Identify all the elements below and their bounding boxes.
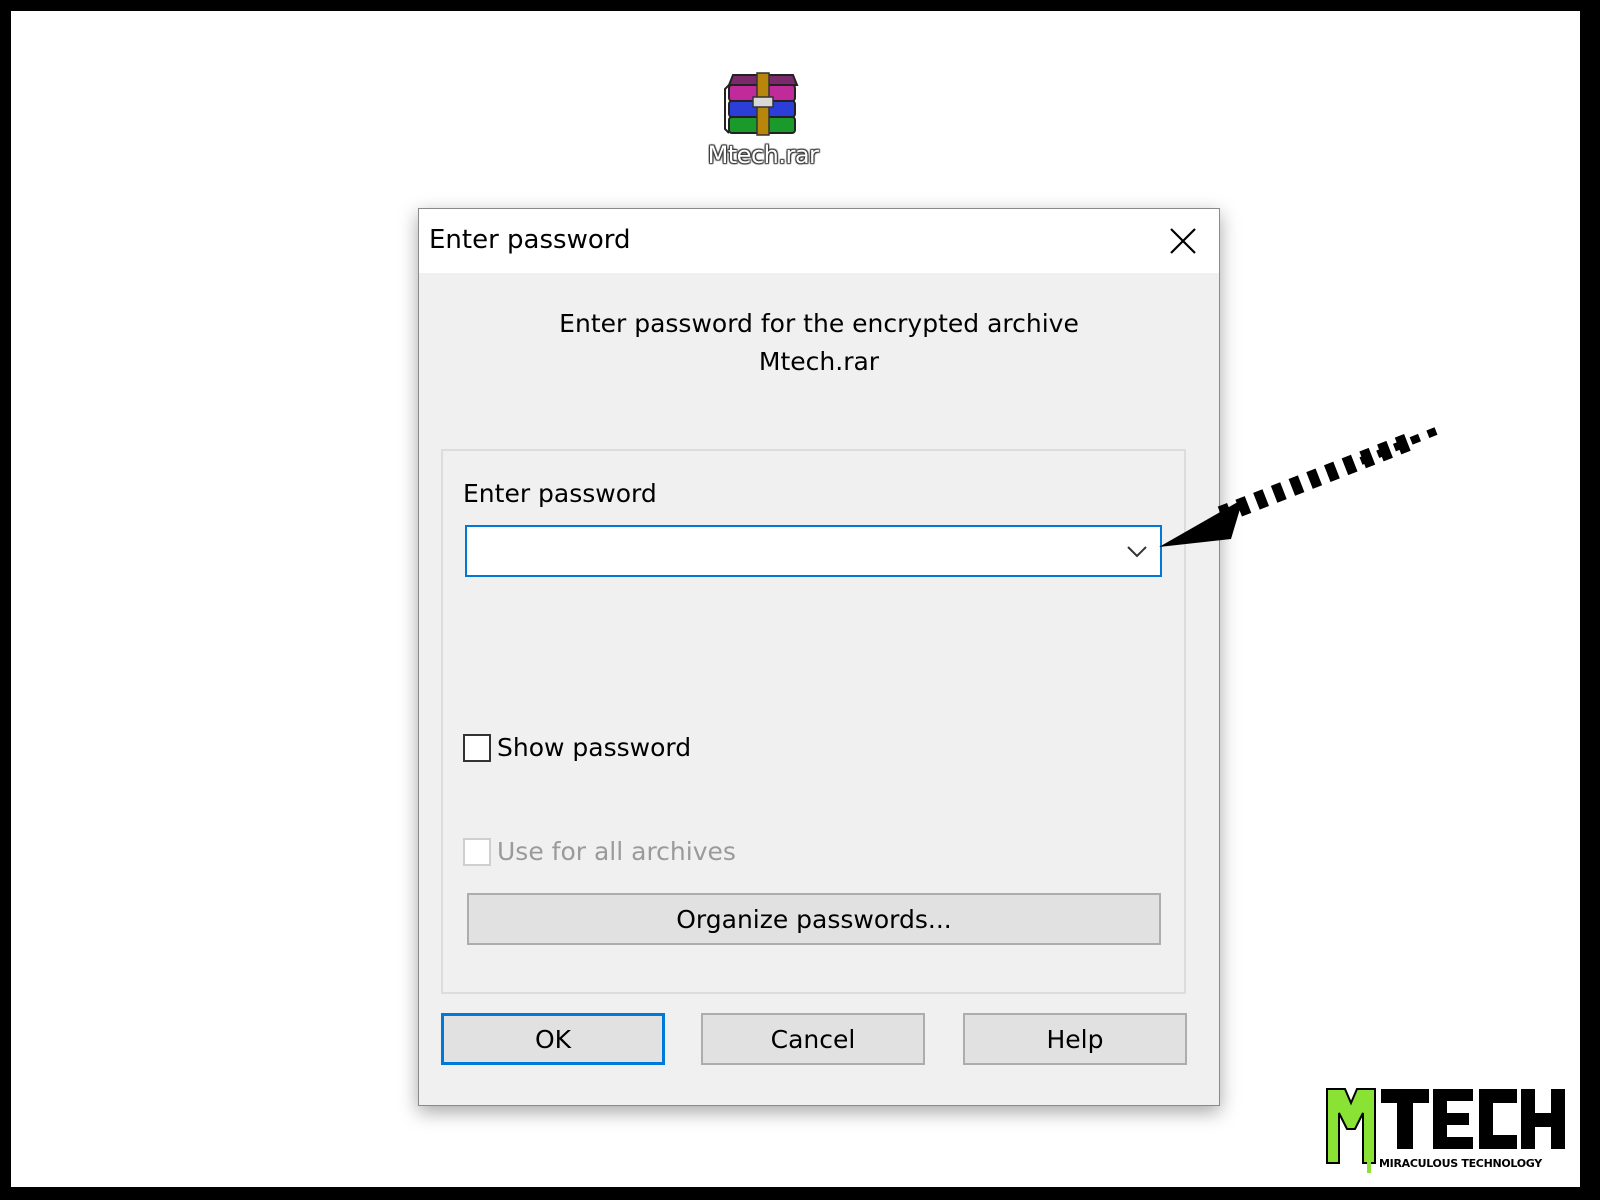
organize-passwords-button[interactable]: Organize passwords... (467, 893, 1161, 945)
desktop-canvas: Mtech.rar Enter password Enter password … (11, 11, 1580, 1187)
password-label: Enter password (463, 479, 657, 508)
use-for-all-checkbox (463, 837, 491, 866)
chevron-down-icon (1127, 546, 1147, 558)
password-combobox[interactable] (465, 525, 1162, 577)
mtech-logo: MIRACULOUS TECHNOLOGY (1326, 1088, 1567, 1173)
dashed-arrow-icon (1159, 427, 1438, 547)
logo-tagline: MIRACULOUS TECHNOLOGY (1379, 1157, 1543, 1170)
dialog-titlebar: Enter password (419, 209, 1219, 273)
password-dialog: Enter password Enter password for the en… (418, 208, 1220, 1106)
desktop-file-label: Mtech.rar (707, 141, 819, 169)
dialog-prompt: Enter password for the encrypted archive… (419, 305, 1219, 381)
show-password-label: Show password (497, 733, 692, 762)
desktop-file-icon[interactable]: Mtech.rar (683, 71, 843, 169)
prompt-archive-name: Mtech.rar (758, 347, 880, 376)
close-icon (1170, 228, 1196, 254)
help-button[interactable]: Help (963, 1013, 1187, 1065)
use-for-all-option: Use for all archives (463, 837, 736, 866)
prompt-line-1: Enter password for the encrypted archive (559, 309, 1079, 338)
winrar-archive-icon (724, 72, 799, 136)
ok-button[interactable]: OK (441, 1013, 665, 1065)
cancel-button[interactable]: Cancel (701, 1013, 925, 1065)
password-group: Enter password Show password Use for all… (441, 449, 1186, 994)
use-for-all-label: Use for all archives (497, 837, 736, 866)
password-input[interactable] (467, 527, 1127, 573)
close-button[interactable] (1161, 219, 1205, 263)
dialog-title: Enter password (429, 225, 631, 255)
show-password-checkbox[interactable] (463, 733, 491, 762)
show-password-option[interactable]: Show password (463, 733, 691, 762)
dropdown-button[interactable] (1120, 535, 1154, 569)
